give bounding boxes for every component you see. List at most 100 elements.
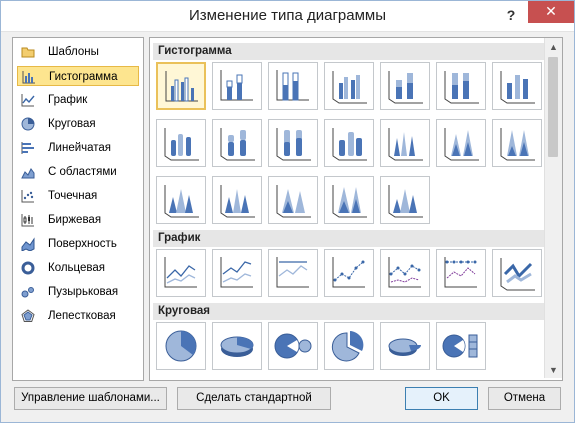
thumb-3d-clustered-column[interactable] <box>324 62 374 110</box>
thumb-pie-of-pie[interactable] <box>268 322 318 370</box>
stock-chart-icon <box>21 214 34 227</box>
scroll-up-arrow-icon[interactable]: ▲ <box>549 42 558 52</box>
sidebar-item-label: Шаблоны <box>48 46 99 58</box>
sidebar-item-label: С областями <box>48 166 117 178</box>
3d-pyramid-icon <box>388 185 423 218</box>
help-button[interactable]: ? <box>498 5 524 25</box>
sidebar-item-line[interactable]: График <box>17 90 139 110</box>
thumb-line-markers[interactable] <box>324 249 374 297</box>
thumb-stacked-column[interactable] <box>212 62 262 110</box>
thumb-100-stacked-cylinder[interactable] <box>268 119 318 167</box>
scrollbar-thumb[interactable] <box>548 57 558 157</box>
thumb-100-stacked-line[interactable] <box>268 249 318 297</box>
percent-stacked-cone-icon <box>500 128 535 161</box>
3d-column-icon <box>500 71 535 104</box>
bar-chart-icon <box>21 142 34 154</box>
percent-stacked-pyramid-icon <box>332 185 367 218</box>
3d-clustered-column-icon <box>332 71 367 104</box>
stacked-cone-icon <box>444 128 479 161</box>
thumb-100-stacked-cone[interactable] <box>492 119 542 167</box>
ok-button[interactable]: OK <box>405 387 478 410</box>
thumb-clustered-cone[interactable] <box>380 119 430 167</box>
folder-icon <box>21 47 35 58</box>
thumb-clustered-column[interactable] <box>156 62 206 110</box>
sidebar-item-label: График <box>48 94 88 106</box>
chart-type-gallery: Гистограмма График Круговая ▲ ▼ <box>149 37 563 381</box>
thumb-pie[interactable] <box>156 322 206 370</box>
surface-chart-icon <box>21 237 35 251</box>
cancel-button[interactable]: Отмена <box>488 387 561 410</box>
sidebar-item-templates[interactable]: Шаблоны <box>17 42 139 62</box>
sidebar-item-label: Поверхность <box>48 238 117 250</box>
sidebar-item-label: Круговая <box>48 118 96 130</box>
percent-stacked-column-icon <box>276 70 309 101</box>
thumb-100-stacked-pyramid[interactable] <box>324 176 374 224</box>
section-header-line: График <box>153 230 545 247</box>
3d-line-icon <box>500 258 535 291</box>
sidebar-item-label: Пузырьковая <box>48 286 119 298</box>
sidebar-item-radar[interactable]: Лепестковая <box>17 306 139 326</box>
gallery-scrollbar[interactable]: ▲ ▼ <box>544 38 562 378</box>
thumb-line[interactable] <box>156 249 206 297</box>
thumb-3d-100-stacked-column[interactable] <box>436 62 486 110</box>
sidebar-item-label: Биржевая <box>48 214 102 226</box>
line-chart-icon <box>21 94 35 107</box>
sidebar-item-doughnut[interactable]: Кольцевая <box>17 258 139 278</box>
section-header-column: Гистограмма <box>153 43 545 60</box>
pie-of-pie-icon <box>274 333 312 359</box>
stacked-column-icon <box>220 70 253 101</box>
sidebar-item-surface[interactable]: Поверхность <box>17 234 139 254</box>
sidebar-item-bubble[interactable]: Пузырьковая <box>17 282 139 302</box>
thumb-stacked-cone[interactable] <box>436 119 486 167</box>
thumb-exploded-pie[interactable] <box>324 322 374 370</box>
thumb-3d-column[interactable] <box>492 62 542 110</box>
manage-templates-button[interactable]: Управление шаблонами... <box>14 387 167 410</box>
sidebar-item-label: Лепестковая <box>48 310 116 322</box>
thumb-100-stacked-line-markers[interactable] <box>436 249 486 297</box>
3d-percent-stacked-column-icon <box>444 71 479 104</box>
thumb-bar-of-pie[interactable] <box>436 322 486 370</box>
column-chart-icon <box>22 71 35 84</box>
sidebar-item-column[interactable]: Гистограмма <box>17 66 139 86</box>
sidebar-item-stock[interactable]: Биржевая <box>17 210 139 230</box>
thumb-3d-line[interactable] <box>492 249 542 297</box>
chart-category-list: Шаблоны Гистограмма График Круговая Лине… <box>12 37 144 381</box>
3d-pie-icon <box>220 336 254 357</box>
sidebar-item-pie[interactable]: Круговая <box>17 114 139 134</box>
pyramid-icon <box>220 185 255 218</box>
pie-icon <box>165 330 197 362</box>
thumb-stacked-line-markers[interactable] <box>380 249 430 297</box>
thumb-stacked-cylinder[interactable] <box>212 119 262 167</box>
stacked-cylinder-icon <box>220 128 255 161</box>
thumb-clustered-pyramid[interactable] <box>212 176 262 224</box>
sidebar-item-area[interactable]: С областями <box>17 162 139 182</box>
thumb-3d-exploded-pie[interactable] <box>380 322 430 370</box>
scroll-down-arrow-icon[interactable]: ▼ <box>549 365 558 375</box>
thumb-clustered-cylinder[interactable] <box>156 119 206 167</box>
thumb-3d-pie[interactable] <box>212 322 262 370</box>
thumb-stacked-line[interactable] <box>212 249 262 297</box>
sidebar-item-label: Линейчатая <box>48 142 112 154</box>
line-icon <box>164 257 197 288</box>
thumb-stacked-pyramid[interactable] <box>268 176 318 224</box>
thumb-3d-cone[interactable] <box>156 176 206 224</box>
bubble-chart-icon <box>21 287 34 298</box>
3d-stacked-column-icon <box>388 71 423 104</box>
thumb-3d-stacked-column[interactable] <box>380 62 430 110</box>
doughnut-chart-icon <box>21 261 35 275</box>
sidebar-item-scatter[interactable]: Точечная <box>17 186 139 206</box>
stacked-line-icon <box>220 257 253 288</box>
percent-stacked-line-icon <box>276 257 309 288</box>
sidebar-item-bar[interactable]: Линейчатая <box>17 138 139 158</box>
scatter-chart-icon <box>21 190 34 203</box>
area-chart-icon <box>21 168 35 179</box>
thumb-100-stacked-column[interactable] <box>268 62 318 110</box>
radar-chart-icon <box>21 309 35 322</box>
thumb-3d-pyramid[interactable] <box>380 176 430 224</box>
thumb-3d-cylinder[interactable] <box>324 119 374 167</box>
bar-of-pie-icon <box>442 334 478 358</box>
title-bar: Изменение типа диаграммы ? ✕ <box>1 1 574 32</box>
close-button[interactable]: ✕ <box>528 1 574 23</box>
set-as-default-button[interactable]: Сделать стандартной <box>177 387 331 410</box>
sidebar-item-label: Кольцевая <box>48 262 106 274</box>
